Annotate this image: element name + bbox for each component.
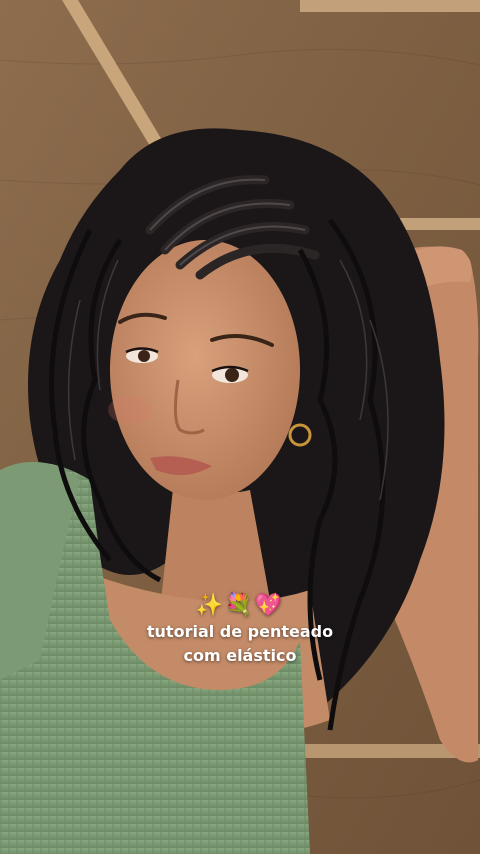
face <box>110 240 300 500</box>
caption-line-1: tutorial de penteado <box>146 622 334 641</box>
video-caption: ✨💐💖 tutorial de penteado com elástico <box>0 592 480 668</box>
caption-emojis: ✨💐💖 <box>195 593 285 618</box>
caption-line-2: com elástico <box>183 646 297 665</box>
wood-trim-top <box>300 0 480 12</box>
selfie-photo <box>0 0 480 854</box>
wood-trim-right <box>400 218 480 230</box>
video-frame: ✨💐💖 tutorial de penteado com elástico <box>0 0 480 854</box>
